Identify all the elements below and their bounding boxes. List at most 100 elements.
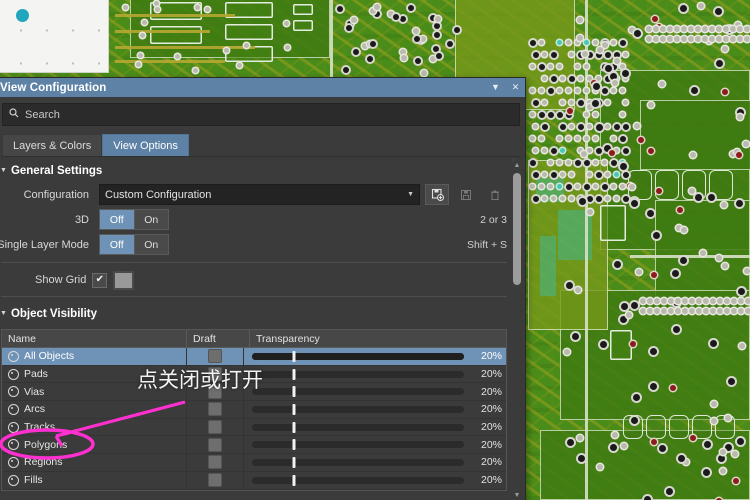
scrollbar-thumb[interactable]	[513, 173, 521, 285]
pcb-pad	[539, 40, 544, 45]
canvas-blank-area[interactable]	[0, 0, 109, 73]
pcb-pad	[533, 196, 539, 202]
visibility-icon[interactable]	[8, 439, 19, 451]
search-input[interactable]: Search	[2, 103, 520, 126]
tab-layers-and-colors[interactable]: Layers & Colors	[2, 134, 103, 156]
pcb-pad	[539, 88, 544, 93]
show-grid-checkbox[interactable]: ✔	[92, 272, 108, 288]
grid-color-swatch[interactable]	[113, 270, 135, 290]
visibility-icon[interactable]	[8, 421, 19, 433]
column-header-transparency[interactable]: Transparency	[250, 330, 506, 347]
visibility-icon[interactable]	[8, 403, 19, 415]
column-header-draft[interactable]: Draft	[187, 330, 250, 347]
section-title: General Settings	[10, 165, 103, 177]
close-icon[interactable]: ✕	[510, 82, 521, 93]
slider-thumb[interactable]	[292, 456, 296, 468]
row-label: Vias	[24, 385, 45, 398]
pcb-pad	[675, 308, 681, 314]
slider-thumb[interactable]	[292, 386, 296, 398]
pcb-pad	[732, 477, 739, 484]
draft-checkbox[interactable]	[208, 349, 222, 364]
transparency-slider[interactable]	[252, 368, 464, 380]
slider-thumb[interactable]	[292, 474, 296, 486]
pcb-pad	[605, 196, 610, 201]
pcb-pad	[646, 36, 652, 42]
column-header-name[interactable]: Name	[2, 330, 187, 347]
pcb-pad	[533, 52, 539, 58]
transparency-slider[interactable]	[252, 350, 464, 362]
3d-off-button[interactable]: Off	[100, 210, 134, 229]
pcb-pad	[738, 298, 744, 304]
visibility-icon[interactable]	[8, 456, 19, 468]
pcb-pad	[614, 172, 619, 177]
table-row[interactable]: Fills 20%	[2, 471, 506, 490]
table-row[interactable]: Arcs 20%	[2, 401, 506, 419]
visibility-icon[interactable]	[8, 350, 19, 362]
visibility-icon[interactable]	[8, 474, 19, 486]
configuration-row: Configuration Custom Configuration ▼	[0, 182, 525, 207]
pcb-pad	[730, 36, 736, 42]
pcb-pad	[620, 302, 628, 310]
section-header-general-settings[interactable]: ▼ General Settings	[0, 159, 525, 182]
single-layer-mode-on-button[interactable]: On	[133, 235, 168, 254]
visibility-icon[interactable]	[8, 368, 19, 380]
tab-view-options[interactable]: View Options	[102, 134, 189, 156]
draft-checkbox[interactable]	[208, 420, 222, 435]
section-header-object-visibility[interactable]: ▼ Object Visibility	[0, 302, 525, 325]
pcb-pad	[539, 112, 545, 118]
table-row[interactable]: Tracks 20%	[2, 418, 506, 437]
pcb-pad	[737, 36, 743, 42]
pcb-pad	[407, 4, 414, 11]
draft-checkbox[interactable]	[208, 473, 222, 488]
draft-checkbox[interactable]	[208, 455, 222, 470]
pcb-pad	[575, 160, 581, 166]
slider-thumb[interactable]	[292, 368, 296, 380]
pcb-pad	[671, 269, 679, 277]
save-configuration-button[interactable]	[454, 184, 478, 205]
pcb-pad	[542, 76, 547, 81]
pcb-pad	[533, 124, 538, 129]
pcb-pad	[651, 438, 658, 445]
pcb-pad	[680, 256, 688, 264]
pcb-pad	[709, 26, 715, 32]
pcb-pad	[584, 40, 589, 45]
pcb-pad	[539, 136, 544, 141]
slider-thumb[interactable]	[292, 439, 296, 451]
slider-thumb[interactable]	[292, 350, 296, 362]
configuration-dropdown[interactable]: Custom Configuration ▼	[99, 184, 420, 205]
pcb-pad	[674, 26, 680, 32]
transparency-slider[interactable]	[252, 403, 464, 415]
draft-checkbox[interactable]	[208, 437, 222, 452]
visibility-icon[interactable]	[8, 386, 19, 398]
slider-thumb[interactable]	[292, 421, 296, 433]
3d-on-button[interactable]: On	[133, 210, 168, 229]
chevron-down-icon[interactable]: ▼	[490, 82, 501, 93]
transparency-slider[interactable]	[252, 474, 464, 486]
dialog-titlebar[interactable]: View Configuration ▼ ✕	[0, 78, 525, 97]
dialog-vertical-scrollbar[interactable]: ▲ ▼	[511, 161, 523, 500]
single-layer-mode-off-button[interactable]: Off	[100, 235, 134, 254]
transparency-slider[interactable]	[252, 386, 464, 398]
pcb-pad	[577, 454, 585, 462]
delete-configuration-button[interactable]	[483, 184, 507, 205]
transparency-slider[interactable]	[252, 439, 464, 451]
pcb-pad	[586, 208, 593, 215]
pcb-pad	[204, 6, 210, 12]
pcb-pad	[597, 463, 603, 470]
pcb-pad	[283, 21, 289, 27]
table-row[interactable]: Regions 20%	[2, 454, 506, 472]
pcb-teal-region	[540, 236, 556, 296]
scroll-down-arrow-icon[interactable]: ▼	[514, 491, 521, 500]
draft-checkbox[interactable]	[208, 402, 222, 417]
pcb-pad	[688, 26, 694, 32]
save-as-new-configuration-button[interactable]	[425, 184, 449, 205]
pcb-pad	[614, 196, 619, 201]
scrollbar-track[interactable]	[511, 171, 523, 491]
transparency-slider[interactable]	[252, 456, 464, 468]
pcb-pad	[650, 382, 658, 390]
table-row[interactable]: Polygons 20%	[2, 436, 506, 455]
slider-thumb[interactable]	[292, 403, 296, 415]
scroll-up-arrow-icon[interactable]: ▲	[514, 161, 521, 171]
transparency-slider[interactable]	[252, 421, 464, 433]
pcb-pad	[654, 308, 660, 314]
